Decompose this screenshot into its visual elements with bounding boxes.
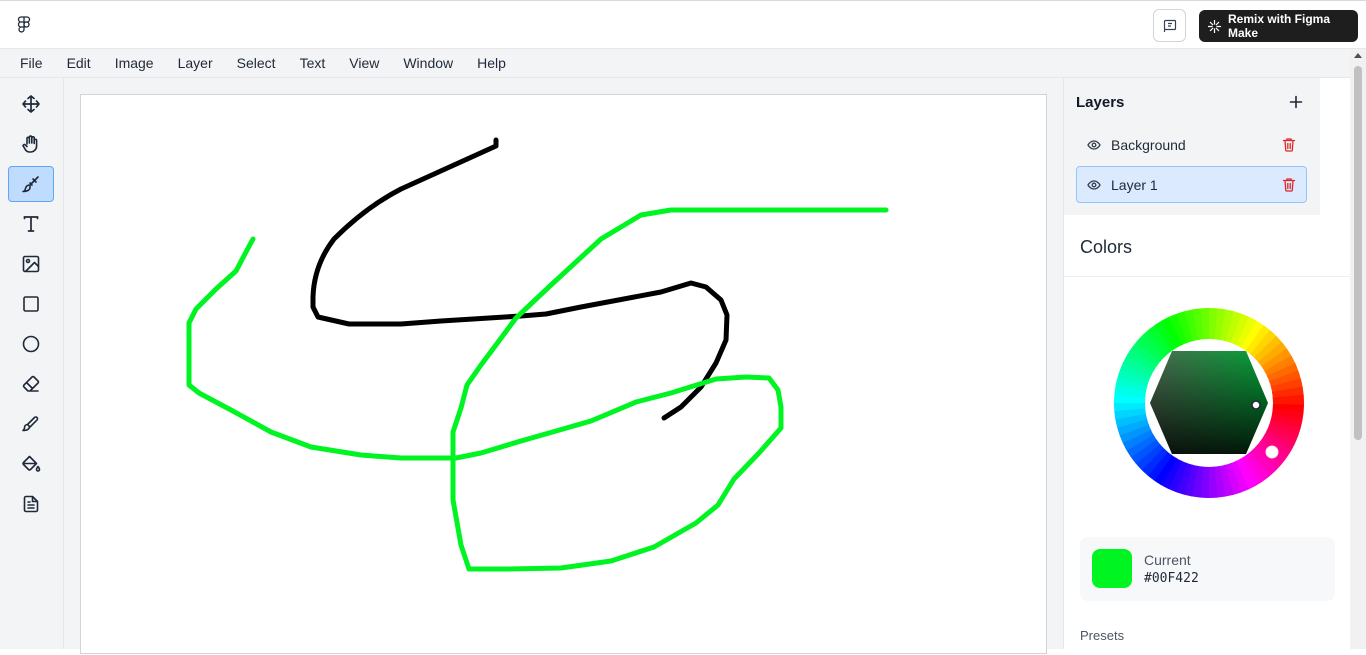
move-tool-button[interactable] xyxy=(8,86,54,122)
document-icon xyxy=(23,495,39,513)
hand-tool-button[interactable] xyxy=(8,126,54,162)
image-tool-button[interactable] xyxy=(8,246,54,282)
colors-title: Colors xyxy=(1080,237,1133,257)
menu-window[interactable]: Window xyxy=(391,49,465,78)
menu-edit[interactable]: Edit xyxy=(55,49,103,78)
document-tool-button[interactable] xyxy=(8,486,54,522)
rectangle-icon xyxy=(23,296,39,312)
menu-text[interactable]: Text xyxy=(288,49,338,78)
plus-icon xyxy=(1289,95,1303,109)
black-stroke xyxy=(310,137,730,421)
right-panel: Layers Background Layer 1 Colors Current… xyxy=(1063,78,1351,649)
brush-tool-button[interactable] xyxy=(8,166,54,202)
trash-icon[interactable] xyxy=(1282,137,1296,152)
figma-make-sparkle-icon xyxy=(1208,19,1221,33)
layers-title: Layers xyxy=(1076,94,1125,111)
drawing-canvas[interactable] xyxy=(80,94,1047,654)
colors-header: Colors xyxy=(1064,215,1351,277)
tool-sidebar xyxy=(0,78,64,649)
menu-select[interactable]: Select xyxy=(225,49,288,78)
pencil-icon xyxy=(22,416,39,432)
eye-icon[interactable] xyxy=(1087,178,1101,192)
layers-panel: Layers Background Layer 1 xyxy=(1064,78,1320,215)
color-wheel[interactable] xyxy=(1114,308,1304,498)
green-stroke xyxy=(186,207,889,572)
add-layer-button[interactable] xyxy=(1286,92,1306,112)
move-icon xyxy=(22,95,40,113)
ellipse-tool-button[interactable] xyxy=(8,326,54,362)
menu-file[interactable]: File xyxy=(8,49,55,78)
pencil-tool-button[interactable] xyxy=(8,406,54,442)
hand-icon xyxy=(22,135,38,153)
saturation-handle[interactable] xyxy=(1251,400,1261,410)
trash-icon[interactable] xyxy=(1282,177,1296,192)
menu-help[interactable]: Help xyxy=(465,49,518,78)
layer-name: Background xyxy=(1111,136,1186,153)
page-scrollbar[interactable] xyxy=(1350,49,1366,649)
hue-handle[interactable] xyxy=(1265,445,1279,459)
current-label: Current xyxy=(1144,552,1191,568)
menu-bar: File Edit Image Layer Select Text View W… xyxy=(0,49,1350,78)
menu-image[interactable]: Image xyxy=(103,49,166,78)
ellipse-icon xyxy=(22,335,40,353)
current-color-swatch[interactable] xyxy=(1092,549,1132,588)
feedback-flag-icon xyxy=(1163,19,1176,32)
menu-view[interactable]: View xyxy=(337,49,391,78)
brush-icon xyxy=(22,176,39,193)
eraser-icon xyxy=(22,375,40,392)
menu-layer[interactable]: Layer xyxy=(166,49,225,78)
paint-bucket-icon xyxy=(22,455,41,472)
text-icon xyxy=(23,216,39,232)
feedback-button[interactable] xyxy=(1153,9,1186,42)
eraser-tool-button[interactable] xyxy=(8,366,54,402)
scroll-up-arrow-icon[interactable] xyxy=(1354,53,1362,58)
rectangle-tool-button[interactable] xyxy=(8,286,54,322)
canvas-workspace xyxy=(64,78,1063,654)
remix-with-figma-make-button[interactable]: Remix with Figma Make xyxy=(1199,10,1358,42)
layer-row-layer-1[interactable]: Layer 1 xyxy=(1076,166,1307,203)
paint-bucket-tool-button[interactable] xyxy=(8,446,54,482)
current-hex-value: #00F422 xyxy=(1144,571,1199,586)
current-color-card: Current #00F422 xyxy=(1080,537,1335,601)
layer-name: Layer 1 xyxy=(1111,176,1158,193)
figma-logo-icon[interactable] xyxy=(14,15,34,35)
scroll-thumb[interactable] xyxy=(1354,66,1362,440)
image-icon xyxy=(22,255,40,273)
remix-label: Remix with Figma Make xyxy=(1228,12,1331,40)
text-tool-button[interactable] xyxy=(8,206,54,242)
layer-row-background[interactable]: Background xyxy=(1076,126,1307,163)
top-bar: Remix with Figma Make xyxy=(0,0,1366,49)
presets-label: Presets xyxy=(1080,628,1125,643)
eye-icon[interactable] xyxy=(1087,138,1101,152)
